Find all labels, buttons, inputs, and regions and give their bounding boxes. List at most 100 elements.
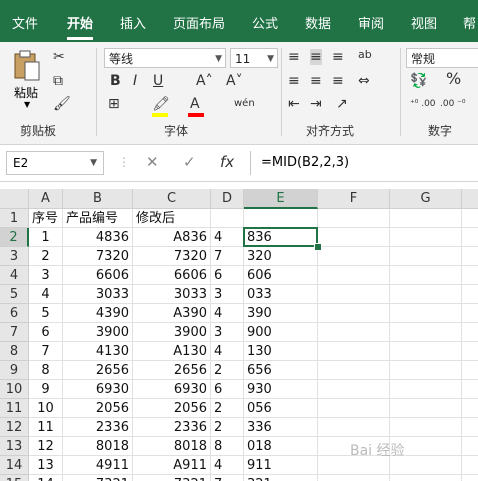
cell-a8[interactable]: 7 — [29, 342, 63, 361]
tab-page-layout[interactable]: 页面布局 — [173, 8, 225, 42]
cell-h9[interactable] — [462, 361, 478, 380]
cell-f5[interactable] — [318, 285, 390, 304]
cell-a10[interactable]: 9 — [29, 380, 63, 399]
cell-d8[interactable]: 4 — [211, 342, 244, 361]
row-header[interactable]: 1 — [0, 209, 29, 228]
cell-e12[interactable]: 336 — [244, 418, 318, 437]
cell-c5[interactable]: 3033 — [133, 285, 211, 304]
increase-indent-icon[interactable]: ⇥ — [310, 96, 322, 112]
fill-handle[interactable] — [314, 243, 322, 251]
cell-b4[interactable]: 6606 — [63, 266, 133, 285]
cell-b5[interactable]: 3033 — [63, 285, 133, 304]
cell-g11[interactable] — [390, 399, 462, 418]
cell-e15[interactable]: 321 — [244, 475, 318, 481]
cell-a6[interactable]: 5 — [29, 304, 63, 323]
cell-d13[interactable]: 8 — [211, 437, 244, 456]
font-name-select[interactable]: 等线 ▼ — [104, 48, 226, 68]
cell-g12[interactable] — [390, 418, 462, 437]
cut-icon[interactable]: ✂ — [53, 49, 65, 65]
cell-b13[interactable]: 8018 — [63, 437, 133, 456]
cell-c3[interactable]: 7320 — [133, 247, 211, 266]
row-header[interactable]: 6 — [0, 304, 29, 323]
cell-b8[interactable]: 4130 — [63, 342, 133, 361]
row-header[interactable]: 7 — [0, 323, 29, 342]
cell-g7[interactable] — [390, 323, 462, 342]
cell-f7[interactable] — [318, 323, 390, 342]
currency-icon[interactable]: 💱 — [410, 73, 427, 89]
cell-h1[interactable] — [462, 209, 478, 228]
cell-h3[interactable] — [462, 247, 478, 266]
cell-d6[interactable]: 4 — [211, 304, 244, 323]
cell-g15[interactable] — [390, 475, 462, 481]
cell-h7[interactable] — [462, 323, 478, 342]
cell-e10[interactable]: 930 — [244, 380, 318, 399]
cell-h15[interactable] — [462, 475, 478, 481]
number-format-select[interactable]: 常规 — [406, 48, 478, 68]
cell-h10[interactable] — [462, 380, 478, 399]
cell-a15[interactable]: 14 — [29, 475, 63, 481]
cell-b3[interactable]: 7320 — [63, 247, 133, 266]
cell-c11[interactable]: 2056 — [133, 399, 211, 418]
cell-d2[interactable]: 4 — [211, 228, 244, 247]
align-left-icon[interactable]: ≡ — [288, 73, 300, 89]
tab-view[interactable]: 视图 — [411, 8, 437, 42]
cell-g3[interactable] — [390, 247, 462, 266]
cell-f3[interactable] — [318, 247, 390, 266]
cell-g6[interactable] — [390, 304, 462, 323]
decrease-font-button[interactable]: A˅ — [226, 73, 243, 89]
cell-e9[interactable]: 656 — [244, 361, 318, 380]
column-header[interactable]: B — [63, 189, 133, 209]
cell-d1[interactable] — [211, 209, 244, 228]
row-header[interactable]: 12 — [0, 418, 29, 437]
cell-g8[interactable] — [390, 342, 462, 361]
cell-a1[interactable]: 序号 — [29, 209, 63, 228]
phonetic-guide-button[interactable]: wén — [234, 96, 255, 112]
cell-a4[interactable]: 3 — [29, 266, 63, 285]
tab-review[interactable]: 审阅 — [358, 8, 384, 42]
decrease-indent-icon[interactable]: ⇤ — [288, 96, 300, 112]
cell-d5[interactable]: 3 — [211, 285, 244, 304]
cell-h8[interactable] — [462, 342, 478, 361]
cell-c1[interactable]: 修改后 — [133, 209, 211, 228]
cell-c13[interactable]: 8018 — [133, 437, 211, 456]
decrease-decimal-icon[interactable]: .00 ⁻⁰ — [440, 96, 466, 112]
formula-input[interactable]: =MID(B2,2,3) — [250, 151, 478, 175]
cell-e5[interactable]: 033 — [244, 285, 318, 304]
cell-d7[interactable]: 3 — [211, 323, 244, 342]
row-header[interactable]: 3 — [0, 247, 29, 266]
cell-g2[interactable] — [390, 228, 462, 247]
bold-button[interactable]: B — [110, 73, 121, 89]
increase-font-button[interactable]: A˄ — [196, 73, 213, 89]
tab-formulas[interactable]: 公式 — [252, 8, 278, 42]
cell-f11[interactable] — [318, 399, 390, 418]
row-header[interactable]: 14 — [0, 456, 29, 475]
font-color-icon[interactable]: A — [190, 96, 200, 112]
row-header[interactable]: 9 — [0, 361, 29, 380]
cell-h13[interactable] — [462, 437, 478, 456]
insert-function-button[interactable]: fx — [220, 153, 234, 171]
column-header[interactable]: G — [390, 189, 462, 209]
row-header[interactable]: 8 — [0, 342, 29, 361]
percent-button[interactable]: % — [446, 71, 461, 87]
cell-h14[interactable] — [462, 456, 478, 475]
cell-b12[interactable]: 2336 — [63, 418, 133, 437]
cell-e14[interactable]: 911 — [244, 456, 318, 475]
tab-help[interactable]: 帮 — [463, 8, 476, 42]
cell-d9[interactable]: 2 — [211, 361, 244, 380]
row-header[interactable]: 11 — [0, 399, 29, 418]
cell-b15[interactable]: 7321 — [63, 475, 133, 481]
spreadsheet-grid[interactable]: A B C D E F G 1 序号 产品编号 修改后 2 1 4836 A836 4 836 3 2… — [0, 189, 478, 481]
row-header[interactable]: 5 — [0, 285, 29, 304]
cell-f6[interactable] — [318, 304, 390, 323]
borders-icon[interactable]: ⊞ — [108, 96, 120, 112]
copy-icon[interactable]: ⧉ — [53, 73, 63, 89]
cell-c6[interactable]: A390 — [133, 304, 211, 323]
column-header[interactable]: E — [244, 189, 318, 209]
cell-c4[interactable]: 6606 — [133, 266, 211, 285]
cell-e7[interactable]: 900 — [244, 323, 318, 342]
cell-b1[interactable]: 产品编号 — [63, 209, 133, 228]
cell-g1[interactable] — [390, 209, 462, 228]
row-header[interactable]: 15 — [0, 475, 29, 481]
cell-e13[interactable]: 018 — [244, 437, 318, 456]
cell-c10[interactable]: 6930 — [133, 380, 211, 399]
